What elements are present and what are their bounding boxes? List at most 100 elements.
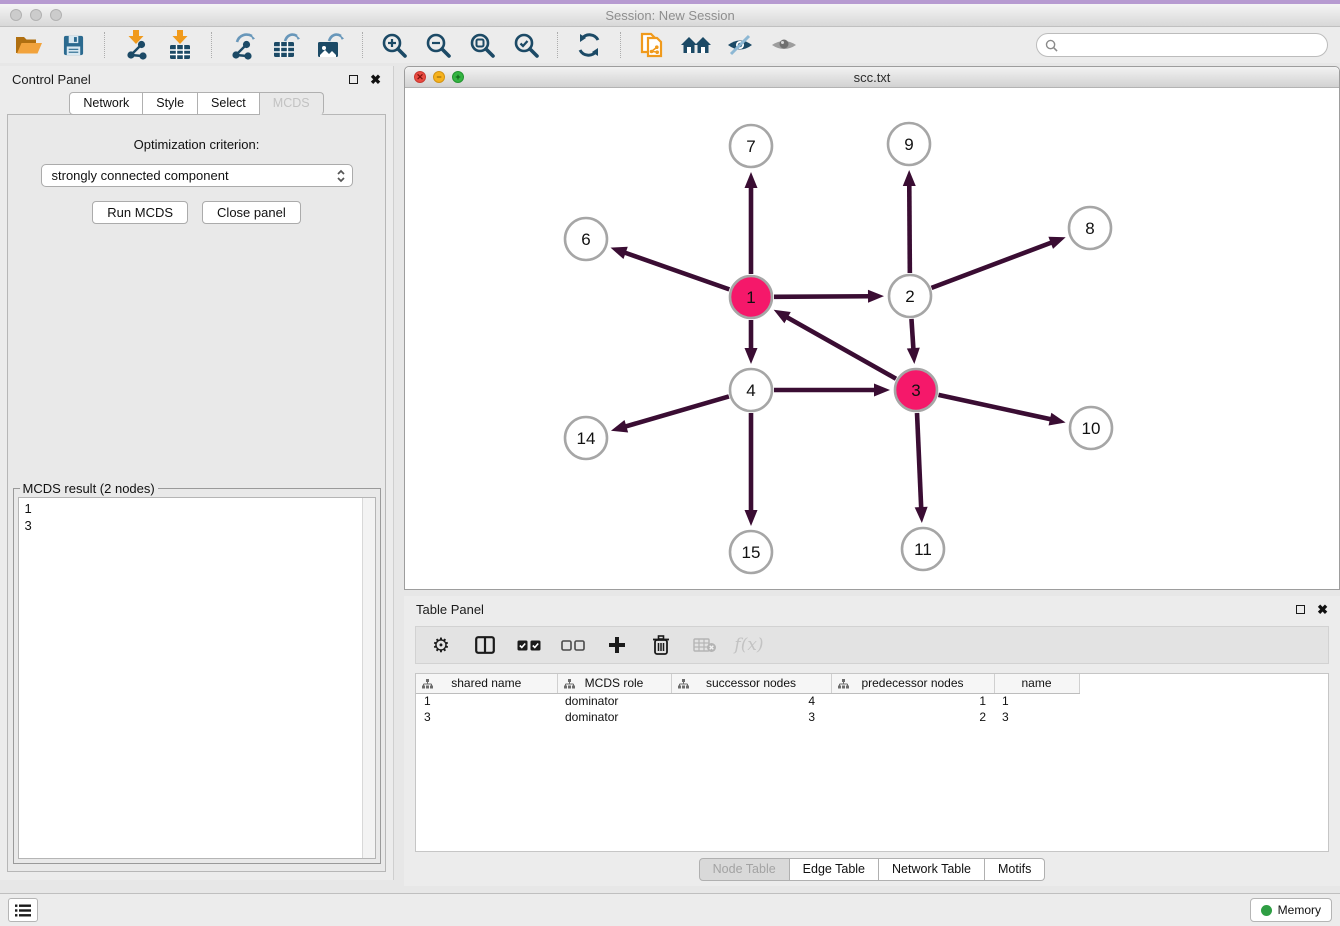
tab-network-table[interactable]: Network Table [879, 858, 985, 881]
tab-motifs[interactable]: Motifs [985, 858, 1045, 881]
graph-edge-1-2[interactable] [774, 290, 884, 303]
optimization-criterion-dropdown[interactable]: strongly connected component [41, 164, 353, 187]
table-row[interactable]: 3dominator323 [416, 709, 1079, 725]
import-network-button[interactable] [119, 30, 153, 60]
table-cell[interactable]: dominator [557, 693, 671, 709]
add-column-button[interactable] [602, 631, 632, 659]
delete-column-button[interactable] [646, 631, 676, 659]
graph-edge-3-10[interactable] [938, 395, 1065, 426]
table-cell[interactable]: 1 [994, 693, 1079, 709]
graph-node-10[interactable]: 10 [1070, 407, 1112, 449]
graph-node-3[interactable]: 3 [895, 369, 937, 411]
graph-edge-1-4[interactable] [745, 320, 758, 364]
show-all-button[interactable] [767, 30, 801, 60]
table-cell[interactable]: 3 [671, 709, 831, 725]
tab-mcds[interactable]: MCDS [260, 92, 324, 115]
memory-button[interactable]: Memory [1250, 898, 1332, 922]
table-cell[interactable]: 3 [416, 709, 557, 725]
destroy-table-button[interactable] [690, 631, 720, 659]
save-session-button[interactable] [56, 30, 90, 60]
graph-node-6[interactable]: 6 [565, 218, 607, 260]
column-header-name[interactable]: name [994, 674, 1079, 693]
graph-edge-3-1[interactable] [774, 310, 896, 379]
select-all-button[interactable] [514, 631, 544, 659]
search-input[interactable] [1063, 38, 1319, 52]
split-view-button[interactable] [470, 631, 500, 659]
graph-edge-4-14[interactable] [611, 396, 729, 432]
tab-style[interactable]: Style [143, 92, 198, 115]
graph-node-14[interactable]: 14 [565, 417, 607, 459]
close-panel-button[interactable]: Close panel [202, 201, 301, 224]
node-table[interactable]: shared nameMCDS rolesuccessor nodesprede… [416, 674, 1080, 725]
tab-network[interactable]: Network [69, 92, 143, 115]
graph-node-2[interactable]: 2 [889, 275, 931, 317]
graph-node-9[interactable]: 9 [888, 123, 930, 165]
column-header-predecessor-nodes[interactable]: predecessor nodes [831, 674, 994, 693]
graph-node-8[interactable]: 8 [1069, 207, 1111, 249]
graph-edge-2-3[interactable] [907, 319, 920, 364]
function-builder-button[interactable]: f(x) [734, 631, 764, 659]
open-session-button[interactable] [12, 30, 46, 60]
graph-edge-4-3[interactable] [774, 384, 890, 397]
first-neighbors-button[interactable] [679, 30, 713, 60]
graph-node-1[interactable]: 1 [730, 276, 772, 318]
hide-selected-button[interactable] [723, 30, 757, 60]
export-table-button[interactable] [270, 30, 304, 60]
table-cell[interactable]: 2 [831, 709, 994, 725]
graph-node-11[interactable]: 11 [902, 528, 944, 570]
table-row[interactable]: 1dominator411 [416, 693, 1079, 709]
deselect-all-button[interactable] [558, 631, 588, 659]
graph-edge-1-7[interactable] [745, 172, 758, 274]
copy-style-button[interactable] [635, 30, 669, 60]
result-scrollbar[interactable] [362, 498, 375, 858]
table-cell[interactable]: dominator [557, 709, 671, 725]
tab-edge-table[interactable]: Edge Table [790, 858, 879, 881]
graph-node-4[interactable]: 4 [730, 369, 772, 411]
graph-edge-2-9[interactable] [903, 170, 916, 273]
column-header-shared-name[interactable]: shared name [416, 674, 557, 693]
graph-edge-4-15[interactable] [745, 413, 758, 526]
column-header-MCDS-role[interactable]: MCDS role [557, 674, 671, 693]
export-network-button[interactable] [226, 30, 260, 60]
table-panel-title: Table Panel [416, 602, 484, 617]
task-history-button[interactable] [8, 898, 38, 922]
zoom-out-icon [425, 32, 452, 59]
close-panel-icon[interactable]: ✖ [370, 73, 381, 86]
export-network-icon [228, 30, 258, 60]
zoom-in-button[interactable] [377, 30, 411, 60]
zoom-selected-button[interactable] [509, 30, 543, 60]
close-table-panel-icon[interactable]: ✖ [1317, 603, 1328, 616]
zoom-fit-button[interactable] [465, 30, 499, 60]
graph-edge-2-8[interactable] [932, 237, 1066, 288]
export-image-button[interactable] [314, 30, 348, 60]
graph-node-7[interactable]: 7 [730, 125, 772, 167]
graph-node-15[interactable]: 15 [730, 531, 772, 573]
control-panel-tabs: Network Style Select MCDS [0, 92, 393, 115]
column-header-successor-nodes[interactable]: successor nodes [671, 674, 831, 693]
network-graph-canvas[interactable]: 7 9 6 8 1 2 4 3 14 10 15 11 [405, 88, 1339, 589]
table-cell[interactable]: 4 [671, 693, 831, 709]
graph-edge-1-6[interactable] [611, 247, 730, 290]
tab-node-table[interactable]: Node Table [699, 858, 790, 881]
run-mcds-button[interactable]: Run MCDS [92, 201, 188, 224]
float-panel-icon[interactable] [349, 75, 358, 84]
refresh-button[interactable] [572, 30, 606, 60]
graph-edge-3-11[interactable] [915, 413, 928, 523]
column-type-icon [422, 679, 433, 689]
zoom-out-button[interactable] [421, 30, 455, 60]
tab-select[interactable]: Select [198, 92, 260, 115]
copy-style-icon [638, 30, 666, 60]
plus-icon [608, 636, 626, 654]
import-table-button[interactable] [163, 30, 197, 60]
network-frame-titlebar[interactable]: ✕ − + scc.txt [405, 67, 1339, 88]
table-cell[interactable]: 1 [831, 693, 994, 709]
control-panel-header: Control Panel ✖ [0, 66, 393, 92]
table-cell[interactable]: 3 [994, 709, 1079, 725]
unchecked-boxes-icon [561, 640, 585, 651]
search-field[interactable] [1036, 33, 1328, 57]
table-cell[interactable]: 1 [416, 693, 557, 709]
eye-slash-icon [726, 33, 754, 57]
float-table-panel-icon[interactable] [1296, 605, 1305, 614]
open-folder-icon [15, 34, 43, 56]
table-settings-button[interactable]: ⚙ [426, 631, 456, 659]
